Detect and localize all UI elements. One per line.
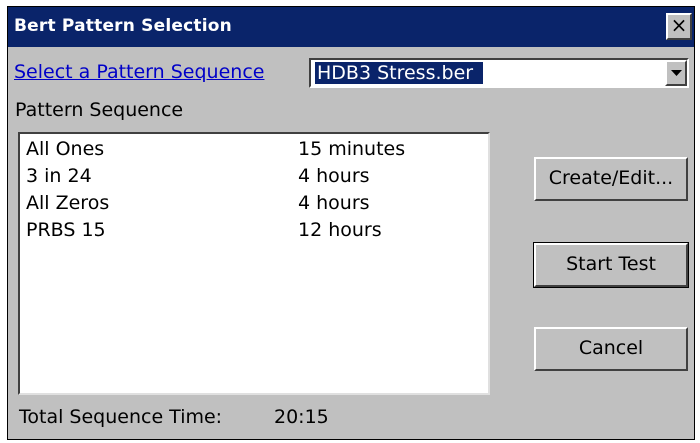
- pattern-duration: 4 hours: [298, 192, 370, 214]
- pattern-duration: 4 hours: [298, 165, 370, 187]
- total-sequence-time-value: 20:15: [274, 406, 329, 428]
- close-button[interactable]: ×: [666, 13, 692, 40]
- pattern-file-dropdown[interactable]: HDB3 Stress.ber: [309, 58, 689, 88]
- pattern-sequence-label: Pattern Sequence: [15, 99, 184, 121]
- close-icon: ×: [670, 13, 688, 37]
- list-item[interactable]: All Zeros 4 hours: [26, 192, 476, 218]
- pattern-name: All Ones: [26, 138, 105, 160]
- title-bar[interactable]: Bert Pattern Selection ×: [8, 7, 694, 47]
- list-item[interactable]: 3 in 24 4 hours: [26, 165, 476, 191]
- pattern-file-selected: HDB3 Stress.ber: [315, 62, 484, 84]
- pattern-sequence-list[interactable]: All Ones 15 minutes 3 in 24 4 hours All …: [18, 132, 490, 395]
- pattern-duration: 12 hours: [298, 219, 382, 241]
- cancel-button[interactable]: Cancel: [534, 327, 688, 371]
- chevron-down-icon: [671, 70, 682, 76]
- pattern-name: 3 in 24: [26, 165, 92, 187]
- create-edit-button[interactable]: Create/Edit...: [534, 157, 688, 201]
- pattern-duration: 15 minutes: [298, 138, 406, 160]
- list-item[interactable]: PRBS 15 12 hours: [26, 219, 476, 245]
- window-title: Bert Pattern Selection: [14, 16, 232, 36]
- total-sequence-time-label: Total Sequence Time:: [19, 406, 223, 428]
- pattern-name: PRBS 15: [26, 219, 106, 241]
- dropdown-arrow-button[interactable]: [665, 60, 687, 86]
- start-test-button[interactable]: Start Test: [533, 242, 689, 288]
- select-pattern-sequence-link[interactable]: Select a Pattern Sequence: [14, 61, 264, 83]
- pattern-name: All Zeros: [26, 192, 110, 214]
- bert-pattern-dialog: Bert Pattern Selection × Select a Patter…: [7, 6, 695, 440]
- list-item[interactable]: All Ones 15 minutes: [26, 138, 476, 164]
